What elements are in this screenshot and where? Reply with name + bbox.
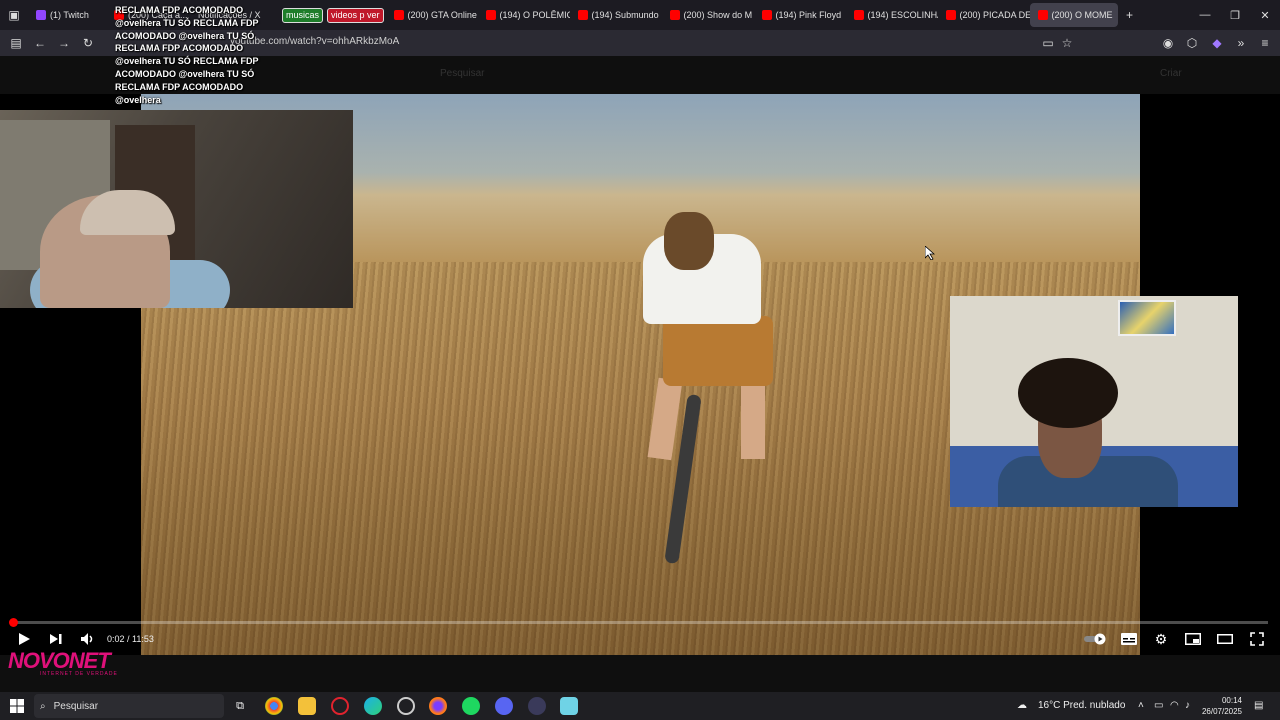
- play-icon[interactable]: [14, 629, 34, 649]
- reload-icon[interactable]: ↻: [76, 31, 100, 55]
- tab-label: (194) Submundo: [591, 10, 659, 20]
- bookmark-star-icon[interactable]: ☆: [1055, 31, 1079, 55]
- tab-submundo[interactable]: (194) Submundo: [570, 0, 662, 30]
- forward-icon[interactable]: →: [52, 31, 76, 55]
- youtube-icon: [945, 10, 956, 20]
- tab-gta[interactable]: (200) GTA Online: [386, 0, 478, 30]
- taskbar-clock[interactable]: 00:14 26/07/2025: [1198, 695, 1242, 717]
- logo-tagline: INTERNET DE VERDADE: [40, 671, 118, 677]
- tab-polemico[interactable]: (194) O POLÊMIC: [478, 0, 570, 30]
- tab-pink-floyd[interactable]: (194) Pink Floyd: [754, 0, 846, 30]
- youtube-icon: [485, 10, 496, 20]
- extensions-icon[interactable]: ⬡: [1180, 31, 1204, 55]
- bookmark-videos[interactable]: videos p ver: [327, 7, 384, 23]
- novonet-logo: NOVONET INTERNET DE VERDADE: [8, 648, 118, 677]
- autoplay-toggle[interactable]: [1084, 629, 1108, 649]
- network-icon[interactable]: ▭: [1154, 700, 1163, 711]
- notepad-icon[interactable]: [560, 697, 578, 715]
- next-icon[interactable]: [46, 629, 66, 649]
- weather-icon: ☁: [1017, 700, 1027, 711]
- tab-label: (194) ESCOLINHA: [867, 10, 938, 20]
- new-tab-button[interactable]: +: [1118, 3, 1142, 27]
- tab-label: (200) PICADA DE: [959, 10, 1030, 20]
- chrome-icon[interactable]: [265, 697, 283, 715]
- tab-show[interactable]: (200) Show do M: [662, 0, 754, 30]
- opera-icon[interactable]: [331, 697, 349, 715]
- tab-label: (194) O POLÊMIC: [499, 10, 570, 20]
- tab-escolinha[interactable]: (194) ESCOLINHA: [846, 0, 938, 30]
- app-icon[interactable]: [528, 697, 546, 715]
- webcam-guest: [950, 296, 1238, 507]
- guest-hair: [1018, 358, 1118, 428]
- twitch-icon: [36, 10, 46, 20]
- firefox-icon[interactable]: [429, 697, 447, 715]
- tab-label: (200) GTA Online: [407, 10, 477, 20]
- clock-date: 26/07/2025: [1201, 707, 1242, 716]
- taskbar-search[interactable]: ⌕ Pesquisar: [34, 694, 224, 718]
- search-icon: ⌕: [40, 700, 46, 712]
- tab-active[interactable]: (200) O MOME ✕: [1029, 3, 1118, 27]
- close-window-icon[interactable]: ✕: [1250, 0, 1280, 30]
- youtube-icon: [1037, 10, 1048, 20]
- overflow-icon[interactable]: »: [1229, 31, 1253, 55]
- time-display: 0:02 / 11:53: [107, 634, 154, 644]
- wifi-icon[interactable]: ◠: [1170, 700, 1179, 711]
- tab-picada[interactable]: (200) PICADA DE: [938, 0, 1030, 30]
- tab-label: (1) Twitch: [50, 10, 89, 20]
- youtube-icon: [393, 10, 404, 20]
- chat-overlay-message: RECLAMA FDP ACOMODADO @ovelhera TU SÓ RE…: [115, 5, 259, 105]
- tab-label: (200) Show do M: [683, 10, 753, 20]
- man-leg: [741, 379, 765, 459]
- file-explorer-icon[interactable]: [298, 697, 316, 715]
- taskbar-search-placeholder: Pesquisar: [53, 700, 99, 712]
- windows-start-icon[interactable]: [8, 697, 26, 715]
- settings-gear-icon[interactable]: ⚙: [1151, 629, 1171, 649]
- tab-label: (194) Pink Floyd: [775, 10, 842, 20]
- bookmark-musicas[interactable]: musicas: [282, 7, 324, 23]
- youtube-icon: [761, 10, 772, 20]
- speaker-icon[interactable]: ♪: [1185, 700, 1190, 711]
- sidebar-toggle-icon[interactable]: ▤: [4, 31, 28, 55]
- menu-icon[interactable]: ≡: [1253, 31, 1277, 55]
- account-icon[interactable]: ◉: [1156, 31, 1180, 55]
- tab-overview-icon[interactable]: ▣: [0, 3, 28, 27]
- progress-scrubber[interactable]: [9, 618, 18, 627]
- task-view-icon[interactable]: ⧉: [231, 697, 249, 715]
- restore-icon[interactable]: ❐: [1220, 0, 1250, 30]
- fullscreen-icon[interactable]: [1247, 629, 1267, 649]
- theater-mode-icon[interactable]: [1215, 629, 1235, 649]
- tab-label: (200) O MOME: [1051, 10, 1113, 20]
- back-icon[interactable]: ←: [28, 31, 52, 55]
- tab-twitch[interactable]: (1) Twitch: [28, 0, 106, 30]
- ai-icon[interactable]: ◆: [1205, 31, 1229, 55]
- miniplayer-icon[interactable]: [1183, 629, 1203, 649]
- youtube-icon: [577, 10, 588, 20]
- chevron-up-icon[interactable]: ˄: [1138, 700, 1144, 711]
- man-head: [664, 212, 714, 270]
- volume-icon[interactable]: [78, 629, 98, 649]
- weather-text[interactable]: 16°C Pred. nublado: [1038, 700, 1125, 711]
- youtube-icon: [669, 10, 680, 20]
- discord-icon[interactable]: [495, 697, 513, 715]
- github-icon[interactable]: [397, 697, 415, 715]
- clock-time: 00:14: [1221, 696, 1242, 705]
- mouse-cursor-icon: [925, 246, 935, 260]
- youtube-icon: [853, 10, 864, 20]
- man-shorts: [663, 316, 773, 386]
- spotify-icon[interactable]: [462, 697, 480, 715]
- subtitles-icon[interactable]: [1119, 629, 1139, 649]
- notification-icon[interactable]: ▤: [1254, 700, 1263, 711]
- progress-bar[interactable]: [12, 621, 1268, 624]
- youtube-search-input[interactable]: Pesquisar: [440, 68, 484, 79]
- minimize-icon[interactable]: —: [1190, 0, 1220, 30]
- wall-painting: [1118, 300, 1176, 336]
- webcam-streamer: [0, 110, 353, 308]
- create-button[interactable]: Criar: [1160, 68, 1182, 79]
- edge-icon[interactable]: [364, 697, 382, 715]
